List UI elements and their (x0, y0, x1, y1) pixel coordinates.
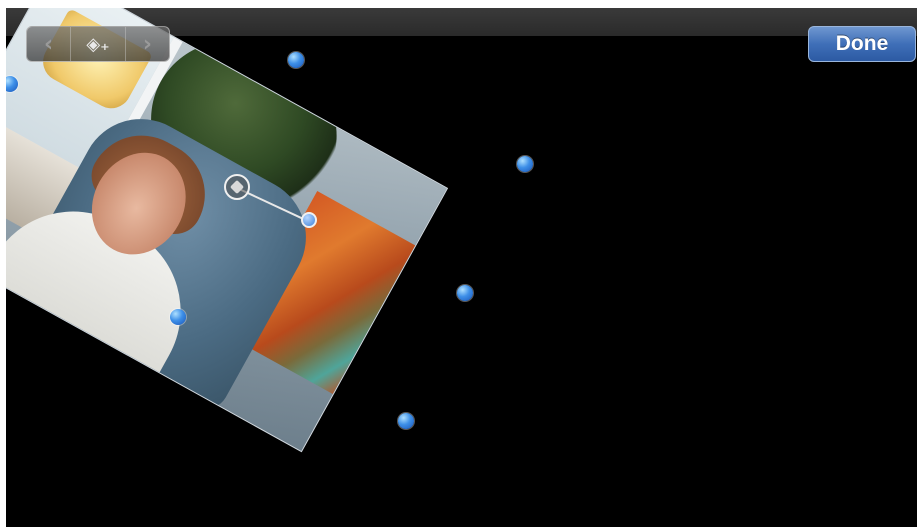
anchor-icon (229, 179, 245, 195)
resize-handle-bottom[interactable] (170, 309, 186, 325)
video-frame[interactable] (6, 8, 449, 453)
rotation-handle[interactable] (301, 212, 317, 228)
add-keyframe-icon: ◈₊ (86, 33, 110, 55)
resize-handle-right[interactable] (457, 285, 473, 301)
next-keyframe-button[interactable]: › (124, 27, 169, 61)
resize-handle-bottom-right[interactable] (398, 413, 414, 429)
editor-canvas: ‹ ◈₊ › Done (6, 8, 917, 527)
add-keyframe-button[interactable]: ◈₊ (70, 27, 125, 61)
anchor-point[interactable] (224, 174, 250, 200)
chevron-right-icon: › (142, 31, 152, 57)
done-button[interactable]: Done (808, 26, 916, 62)
chevron-left-icon: ‹ (44, 31, 54, 57)
resize-handle-top-right[interactable] (517, 156, 533, 172)
resize-handle-top[interactable] (288, 52, 304, 68)
keyframe-navigator: ‹ ◈₊ › (26, 26, 170, 62)
previous-keyframe-button[interactable]: ‹ (27, 27, 70, 61)
